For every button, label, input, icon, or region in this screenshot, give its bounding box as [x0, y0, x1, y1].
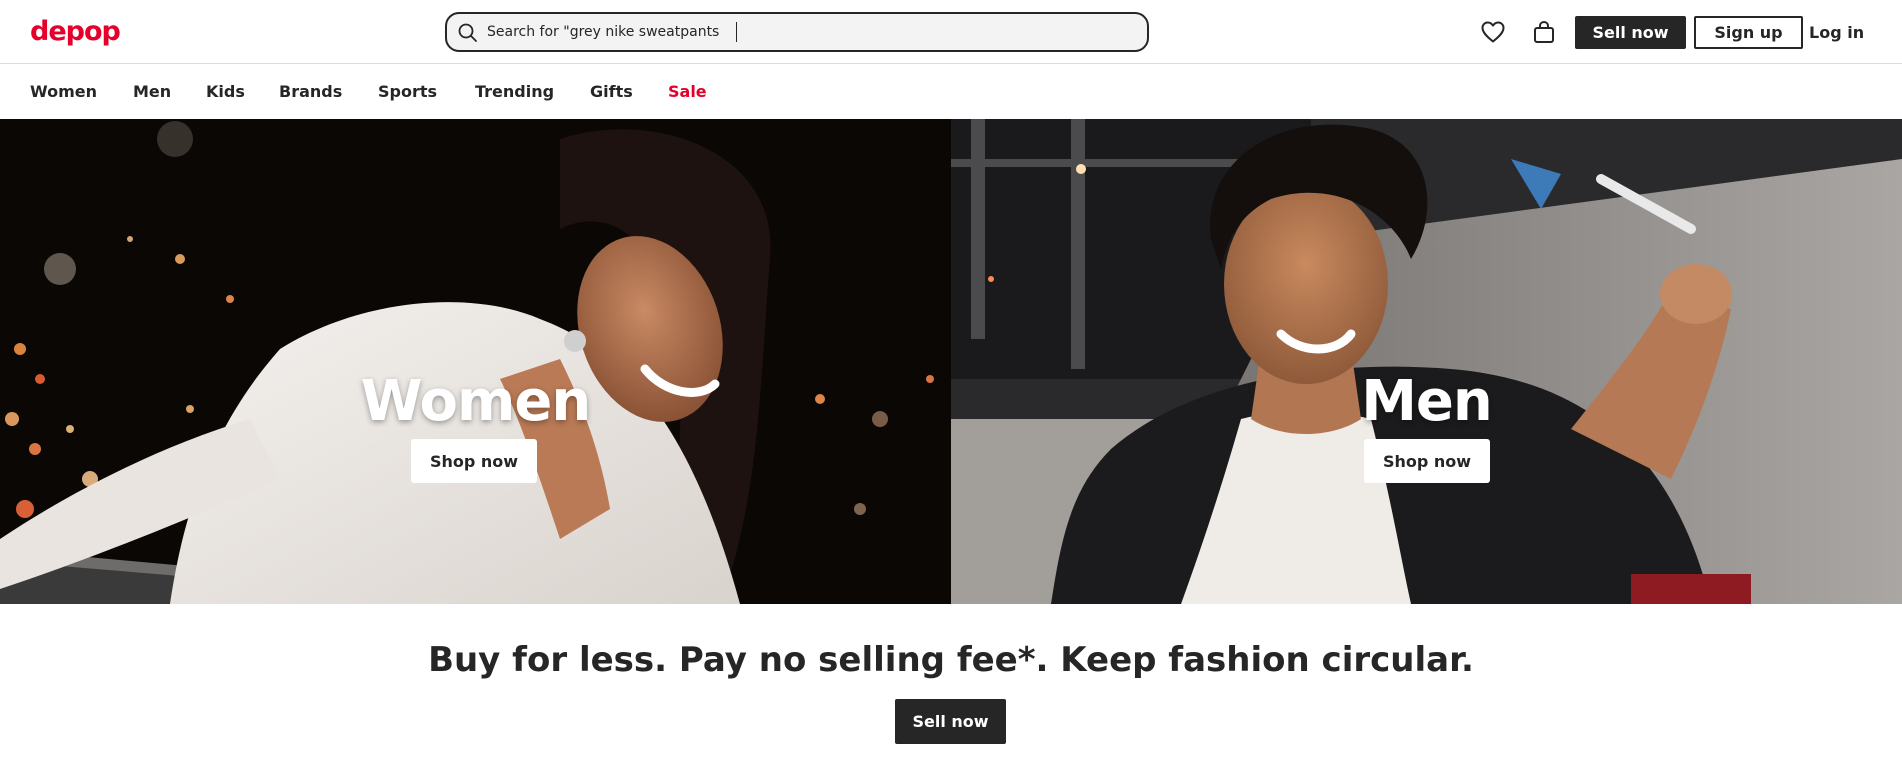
sign-up-button[interactable]: Sign up: [1694, 16, 1803, 49]
nav-item-men[interactable]: Men: [133, 82, 171, 102]
heart-icon[interactable]: [1477, 16, 1509, 48]
men-hero-image: [951, 119, 1902, 604]
site-header: depop Sell now Sign up Log in: [0, 0, 1902, 64]
nav-item-gifts[interactable]: Gifts: [590, 82, 633, 102]
hero-men-banner[interactable]: Men Shop now: [951, 119, 1902, 604]
nav-item-sports[interactable]: Sports: [378, 82, 437, 102]
nav-item-women[interactable]: Women: [30, 82, 97, 102]
shop-men-button[interactable]: Shop now: [1364, 439, 1490, 483]
shop-women-button[interactable]: Shop now: [411, 439, 537, 483]
sell-now-promo-button[interactable]: Sell now: [895, 699, 1006, 744]
shopping-bag-icon[interactable]: [1528, 16, 1560, 48]
search-bar[interactable]: [445, 12, 1149, 52]
nav-item-brands[interactable]: Brands: [279, 82, 342, 102]
nav-item-sale[interactable]: Sale: [668, 82, 707, 102]
search-input[interactable]: [487, 14, 1137, 50]
sell-now-button[interactable]: Sell now: [1575, 16, 1686, 49]
search-icon: [457, 22, 479, 44]
women-hero-image: [0, 119, 951, 604]
log-in-link[interactable]: Log in: [1809, 16, 1864, 49]
nav-item-kids[interactable]: Kids: [206, 82, 245, 102]
category-nav: Women Men Kids Brands Sports Trending Gi…: [0, 65, 1902, 119]
text-caret: [736, 22, 737, 42]
depop-logo[interactable]: depop: [30, 14, 121, 50]
hero-women-banner[interactable]: Women Shop now: [0, 119, 951, 604]
promo-tagline: Buy for less. Pay no selling fee*. Keep …: [428, 640, 1474, 680]
nav-item-trending[interactable]: Trending: [475, 82, 554, 102]
